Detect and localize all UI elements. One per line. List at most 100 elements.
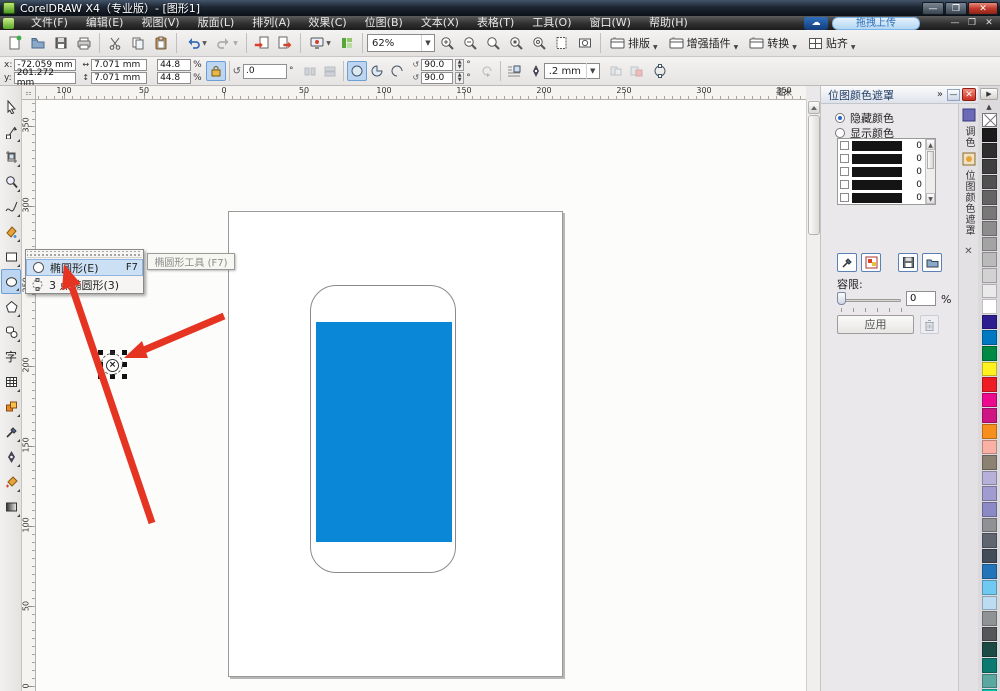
mask-checkbox[interactable]	[840, 193, 849, 202]
crop-tool[interactable]	[1, 144, 21, 169]
mask-row[interactable]: 0	[838, 152, 925, 165]
palette-flyout-button[interactable]: ▶	[980, 88, 998, 100]
basic-shapes-tool[interactable]	[1, 319, 21, 344]
plugins-button[interactable]: 增强插件 ▼	[664, 33, 744, 53]
scale-y-input[interactable]: 44.8	[157, 71, 192, 84]
menu-item[interactable]: 表格(T)	[468, 16, 523, 30]
blend-tool[interactable]	[1, 394, 21, 419]
color-picker-button[interactable]	[837, 253, 857, 272]
new-document-button[interactable]	[4, 32, 26, 54]
rotation-angle-input[interactable]: .0	[243, 63, 288, 79]
convert-to-curve-button[interactable]	[650, 61, 670, 81]
end-angle-spinner[interactable]: ▲ ▼	[455, 71, 465, 84]
palette-scroll-up-icon[interactable]: ▲	[980, 102, 998, 113]
scrollbar-thumb[interactable]	[808, 115, 820, 235]
select-color-button[interactable]	[861, 253, 881, 272]
delete-properties-button[interactable]	[626, 61, 646, 81]
save-button[interactable]	[50, 32, 72, 54]
object-center-marker[interactable]: ×	[106, 359, 119, 372]
menu-item[interactable]: 编辑(E)	[77, 16, 133, 30]
zoom-tool[interactable]	[1, 169, 21, 194]
color-swatch[interactable]	[981, 392, 997, 408]
menu-item[interactable]: 帮助(H)	[640, 16, 697, 30]
color-swatch[interactable]	[981, 127, 997, 143]
color-swatch[interactable]	[981, 424, 997, 439]
typesetting-button[interactable]: 排版 ▼	[605, 33, 663, 53]
color-swatch[interactable]	[981, 611, 997, 626]
apply-button[interactable]: 应用	[837, 315, 914, 334]
scale-x-input[interactable]: 44.8	[157, 58, 192, 71]
mask-list-scrollbar[interactable]: ▲ ▼	[925, 139, 935, 204]
color-swatch[interactable]	[981, 642, 997, 657]
color-swatch[interactable]	[981, 439, 997, 455]
maximize-button[interactable]: ❐	[945, 1, 967, 15]
canvas-vertical-scrollbar[interactable]	[806, 100, 820, 691]
ellipse-node[interactable]	[110, 351, 114, 355]
mask-row[interactable]: 0	[838, 191, 925, 204]
color-swatch[interactable]	[981, 236, 997, 252]
mask-color-swatch[interactable]	[852, 192, 902, 203]
bitmap-mask-docker-tab[interactable]: 位图颜色遮罩	[961, 170, 976, 236]
color-swatch[interactable]	[981, 268, 997, 283]
open-button[interactable]	[27, 32, 49, 54]
color-swatch[interactable]	[981, 486, 997, 501]
object-height-input[interactable]: 7.071 mm	[91, 71, 148, 84]
delete-mask-button[interactable]	[920, 315, 939, 334]
color-swatch[interactable]	[981, 221, 997, 236]
color-swatch[interactable]	[981, 299, 997, 314]
menu-item[interactable]: 位图(B)	[356, 16, 412, 30]
close-button[interactable]: ✕	[968, 1, 998, 15]
color-swatch[interactable]	[981, 143, 997, 158]
color-swatch[interactable]	[981, 314, 997, 330]
ruler-origin[interactable]: ⚏	[22, 86, 36, 100]
drawing-canvas[interactable]: ×	[36, 100, 806, 691]
menu-item[interactable]: 视图(V)	[132, 16, 188, 30]
mask-checkbox[interactable]	[840, 180, 849, 189]
start-angle-input[interactable]: 90.0	[421, 58, 454, 71]
color-swatch[interactable]	[981, 408, 997, 423]
paste-button[interactable]	[150, 32, 172, 54]
arc-direction-button[interactable]	[477, 61, 497, 81]
flyout-item-3point-ellipse[interactable]: 3 点椭圆形(3)	[26, 276, 143, 293]
text-tool[interactable]: 字	[1, 344, 21, 369]
color-swatch[interactable]	[981, 595, 997, 611]
selected-ellipse-object[interactable]: ×	[98, 350, 127, 379]
mirror-vertical-button[interactable]	[320, 61, 340, 81]
menu-item[interactable]: 工具(O)	[523, 16, 580, 30]
color-swatch[interactable]	[981, 205, 997, 221]
scroll-down-icon[interactable]: ▼	[926, 193, 935, 204]
color-swatch[interactable]	[981, 470, 997, 486]
mask-checkbox[interactable]	[840, 154, 849, 163]
zoom-all-button[interactable]	[528, 32, 550, 54]
mask-row[interactable]: 0	[838, 165, 925, 178]
no-color-swatch[interactable]	[981, 113, 997, 127]
pie-mode-button[interactable]	[367, 61, 387, 81]
outline-width-combo[interactable]: .2 mm ▼	[543, 63, 600, 79]
fill-tool[interactable]	[1, 469, 21, 494]
horizontal-ruler[interactable]: 100 50 0 50 100 150 200 250 300 350 毫米	[36, 86, 806, 100]
color-swatch[interactable]	[981, 283, 997, 299]
docker-group-close-button[interactable]: ✕	[964, 246, 972, 257]
rectangle-tool[interactable]	[1, 244, 21, 269]
color-swatch[interactable]	[981, 330, 997, 346]
polygon-tool[interactable]	[1, 294, 21, 319]
color-swatch[interactable]	[981, 158, 997, 174]
tolerance-input[interactable]: 0	[906, 291, 936, 306]
mask-color-swatch[interactable]	[852, 166, 902, 177]
print-button[interactable]	[73, 32, 95, 54]
color-swatch[interactable]	[981, 657, 997, 673]
copy-button[interactable]	[127, 32, 149, 54]
export-button[interactable]	[274, 32, 296, 54]
menu-item[interactable]: 文件(F)	[22, 16, 77, 30]
menu-item[interactable]: 文本(X)	[412, 16, 468, 30]
welcome-screen-button[interactable]	[336, 32, 358, 54]
smart-fill-tool[interactable]	[1, 219, 21, 244]
menu-item[interactable]: 效果(C)	[299, 16, 355, 30]
flyout-drag-grip[interactable]	[27, 251, 142, 258]
color-swatch[interactable]	[981, 252, 997, 268]
color-swatch[interactable]	[981, 190, 997, 205]
doc-restore-button[interactable]: ❐	[965, 18, 979, 28]
menu-item[interactable]: 窗口(W)	[581, 16, 640, 30]
save-mask-button[interactable]	[898, 253, 918, 272]
interactive-fill-tool[interactable]	[1, 494, 21, 519]
